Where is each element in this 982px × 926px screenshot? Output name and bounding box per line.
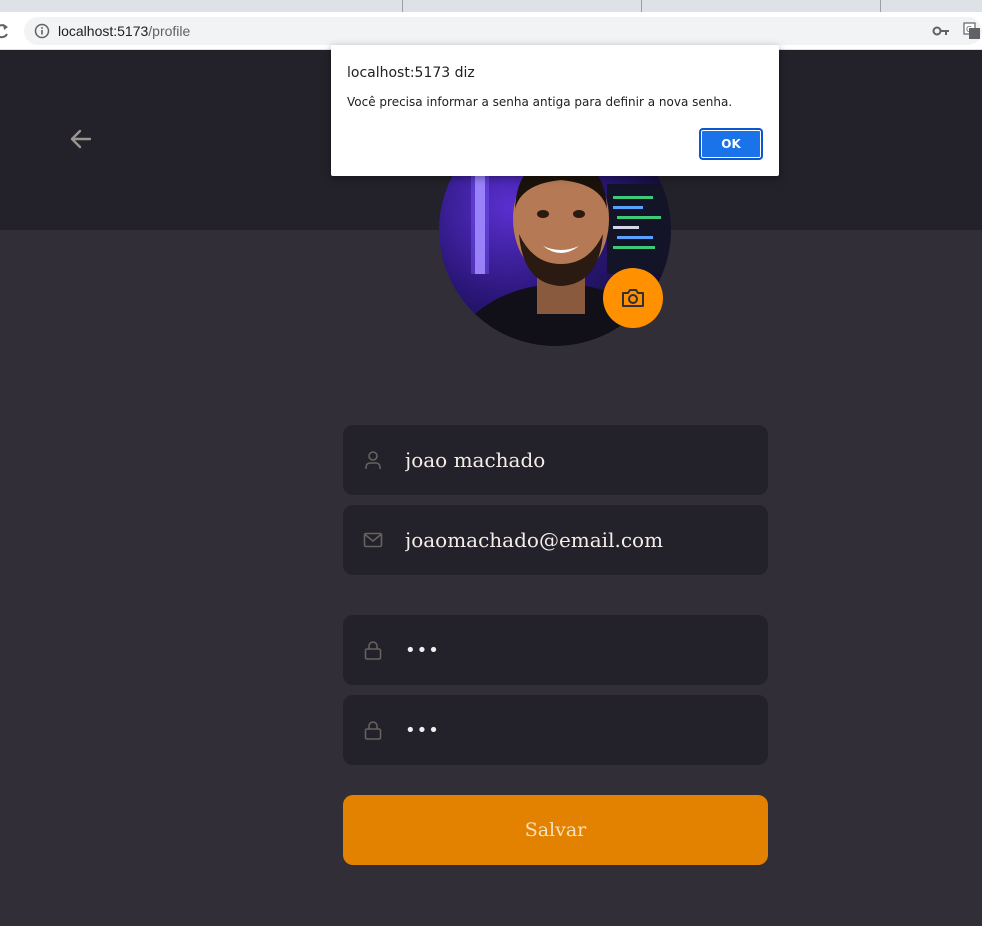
- new-password-input[interactable]: [405, 719, 768, 741]
- email-field[interactable]: [343, 505, 768, 575]
- translate-icon[interactable]: G: [963, 22, 981, 40]
- old-password-input[interactable]: [405, 639, 768, 661]
- old-password-field[interactable]: [343, 615, 768, 685]
- dialog-message: Você precisa informar a senha antiga par…: [347, 95, 733, 109]
- tab-divider: [641, 0, 642, 12]
- arrow-left-icon[interactable]: [64, 122, 98, 156]
- name-field[interactable]: [343, 425, 768, 495]
- alert-dialog: localhost:5173 diz Você precisa informar…: [331, 45, 779, 176]
- url-text[interactable]: localhost:5173/profile: [58, 23, 190, 39]
- email-input[interactable]: [405, 528, 768, 552]
- change-avatar-button[interactable]: [603, 268, 663, 328]
- tab-divider: [402, 0, 403, 12]
- camera-icon: [622, 289, 644, 307]
- new-password-field[interactable]: [343, 695, 768, 765]
- address-bar[interactable]: localhost:5173/profile G: [24, 17, 982, 45]
- svg-text:G: G: [966, 25, 972, 34]
- ok-button[interactable]: OK: [699, 128, 763, 160]
- save-button[interactable]: Salvar: [343, 795, 768, 865]
- dialog-title: localhost:5173 diz: [347, 65, 475, 81]
- user-icon: [365, 451, 381, 469]
- key-icon[interactable]: [932, 23, 950, 39]
- info-icon[interactable]: [34, 23, 50, 39]
- lock-icon: [364, 721, 382, 740]
- mail-icon: [363, 532, 383, 548]
- lock-icon: [364, 641, 382, 660]
- name-input[interactable]: [405, 448, 768, 472]
- url-host: localhost:5173: [58, 23, 149, 39]
- reload-icon[interactable]: [0, 22, 10, 40]
- tab-bar: [165, 0, 982, 12]
- tab-strip: [0, 0, 982, 12]
- url-path: /profile: [148, 23, 191, 39]
- tab-divider: [880, 0, 881, 12]
